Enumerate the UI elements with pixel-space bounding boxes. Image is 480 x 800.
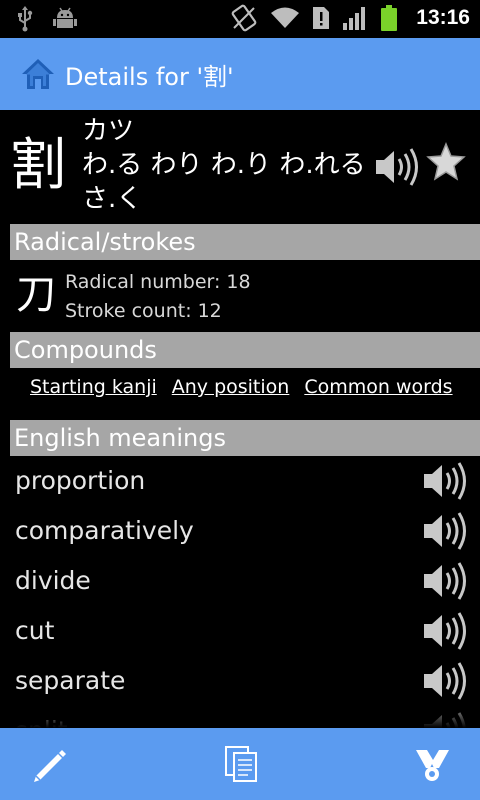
meaning-text: divide — [15, 565, 91, 595]
list-item: divide — [0, 555, 480, 605]
wifi-icon — [271, 7, 300, 28]
notification-icon — [313, 7, 330, 29]
radical-block: 刀 Radical number: 18 Stroke count: 12 — [0, 262, 480, 328]
pencil-icon[interactable] — [28, 744, 68, 784]
radical-kanji: 刀 — [16, 272, 56, 318]
meaning-text: proportion — [15, 465, 146, 495]
speaker-icon[interactable] — [422, 460, 470, 502]
android-debug-icon — [53, 7, 77, 28]
page-title: Details for '割' — [65, 62, 234, 91]
list-fade — [0, 698, 480, 728]
no-signal-icon — [231, 4, 257, 32]
meaning-text: separate — [15, 665, 126, 695]
reading-line-1: カツ — [82, 116, 135, 146]
kanji-readings: カツ わ.る わり わ.り わ.れる さ.く — [82, 114, 366, 216]
radical-info: Radical number: 18 Stroke count: 12 — [65, 268, 251, 326]
kanji-header: 割 カツ わ.る わり わ.り わ.れる さ.く — [0, 110, 480, 222]
link-common-words[interactable]: Common words — [304, 376, 452, 398]
reading-line-2: わ.る わり わ.り わ.れる — [82, 150, 366, 180]
radical-number-value: 18 — [226, 271, 251, 293]
reading-line-3: さ.く — [82, 184, 143, 214]
radical-number-row: Radical number: 18 — [65, 268, 251, 297]
radical-number-label: Radical number: — [65, 271, 221, 293]
link-any-position[interactable]: Any position — [172, 376, 290, 398]
usb-icon — [18, 6, 33, 32]
status-time: 13:16 — [416, 6, 470, 29]
compound-links: Starting kanji Any position Common words — [30, 376, 453, 398]
title-bar: Details for '割' — [0, 38, 480, 110]
speaker-icon[interactable] — [422, 560, 470, 602]
section-english-meanings: English meanings — [10, 420, 480, 456]
link-starting-kanji[interactable]: Starting kanji — [30, 376, 157, 398]
signal-bars-icon — [343, 7, 366, 30]
battery-icon — [381, 5, 398, 31]
speaker-icon[interactable] — [374, 146, 422, 188]
stroke-count-label: Stroke count: — [65, 300, 192, 322]
list-item: cut — [0, 605, 480, 655]
stroke-count-row: Stroke count: 12 — [65, 297, 251, 326]
speaker-icon[interactable] — [422, 660, 470, 702]
meanings-list: proportion comparatively divide cut sepa… — [0, 455, 480, 728]
section-radical-strokes: Radical/strokes — [10, 224, 480, 260]
share-icon[interactable] — [412, 744, 452, 784]
stroke-count-value: 12 — [197, 300, 222, 322]
list-item: proportion — [0, 455, 480, 505]
copy-icon[interactable] — [222, 744, 262, 784]
bottom-action-bar — [0, 728, 480, 800]
main-kanji: 割 — [10, 133, 66, 198]
section-compounds: Compounds — [10, 332, 480, 368]
meaning-text: comparatively — [15, 515, 194, 545]
home-icon[interactable] — [20, 56, 56, 92]
meaning-text: cut — [15, 615, 55, 645]
status-bar: 13:16 — [0, 0, 480, 38]
speaker-icon[interactable] — [422, 610, 470, 652]
list-item: comparatively — [0, 505, 480, 555]
star-icon[interactable] — [426, 142, 466, 182]
speaker-icon[interactable] — [422, 510, 470, 552]
